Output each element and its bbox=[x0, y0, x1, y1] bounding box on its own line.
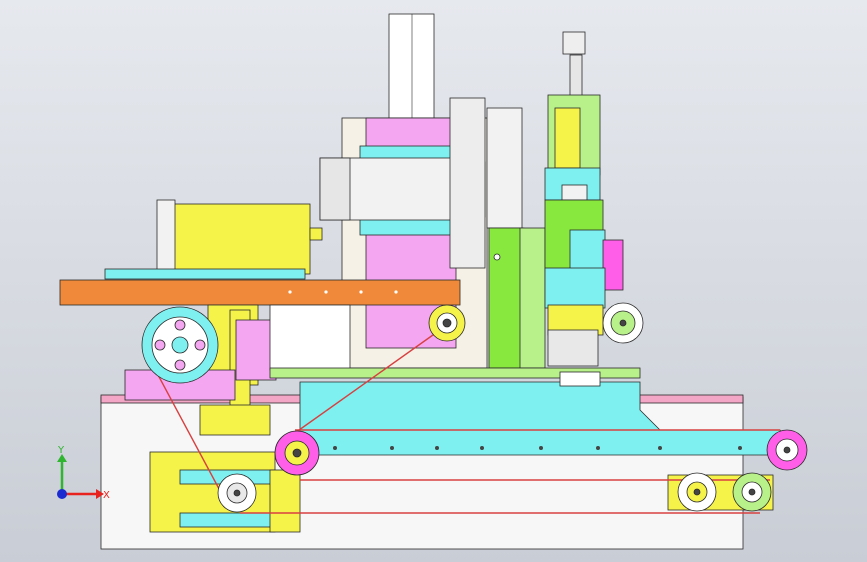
orange-beam bbox=[59, 279, 461, 306]
triad-x-label: X bbox=[103, 490, 110, 501]
motor-mount-plate bbox=[104, 268, 306, 280]
triad-z-axis bbox=[57, 489, 67, 499]
machine-assembly-drawing: X Y bbox=[57, 13, 808, 550]
lower-right-pulley-a bbox=[677, 472, 717, 512]
right-idler-pulley bbox=[766, 429, 808, 471]
servo-motor bbox=[169, 203, 311, 275]
spindle-side-pulley bbox=[602, 302, 644, 344]
large-drive-pulley bbox=[141, 306, 219, 384]
coordinate-triad bbox=[57, 454, 104, 499]
guide-block bbox=[449, 97, 486, 269]
green-plate bbox=[488, 227, 525, 369]
lower-left-pulley bbox=[217, 473, 257, 513]
left-idler-pulley bbox=[274, 430, 320, 476]
tensioner-pulley bbox=[428, 304, 466, 342]
cad-viewport[interactable]: X Y bbox=[0, 0, 867, 562]
large-wheel-guard bbox=[486, 107, 523, 229]
spindle-rod bbox=[569, 54, 583, 98]
triad-y-label: Y bbox=[57, 445, 65, 456]
vertical-column bbox=[388, 13, 435, 119]
lower-right-pulley-b bbox=[732, 472, 772, 512]
